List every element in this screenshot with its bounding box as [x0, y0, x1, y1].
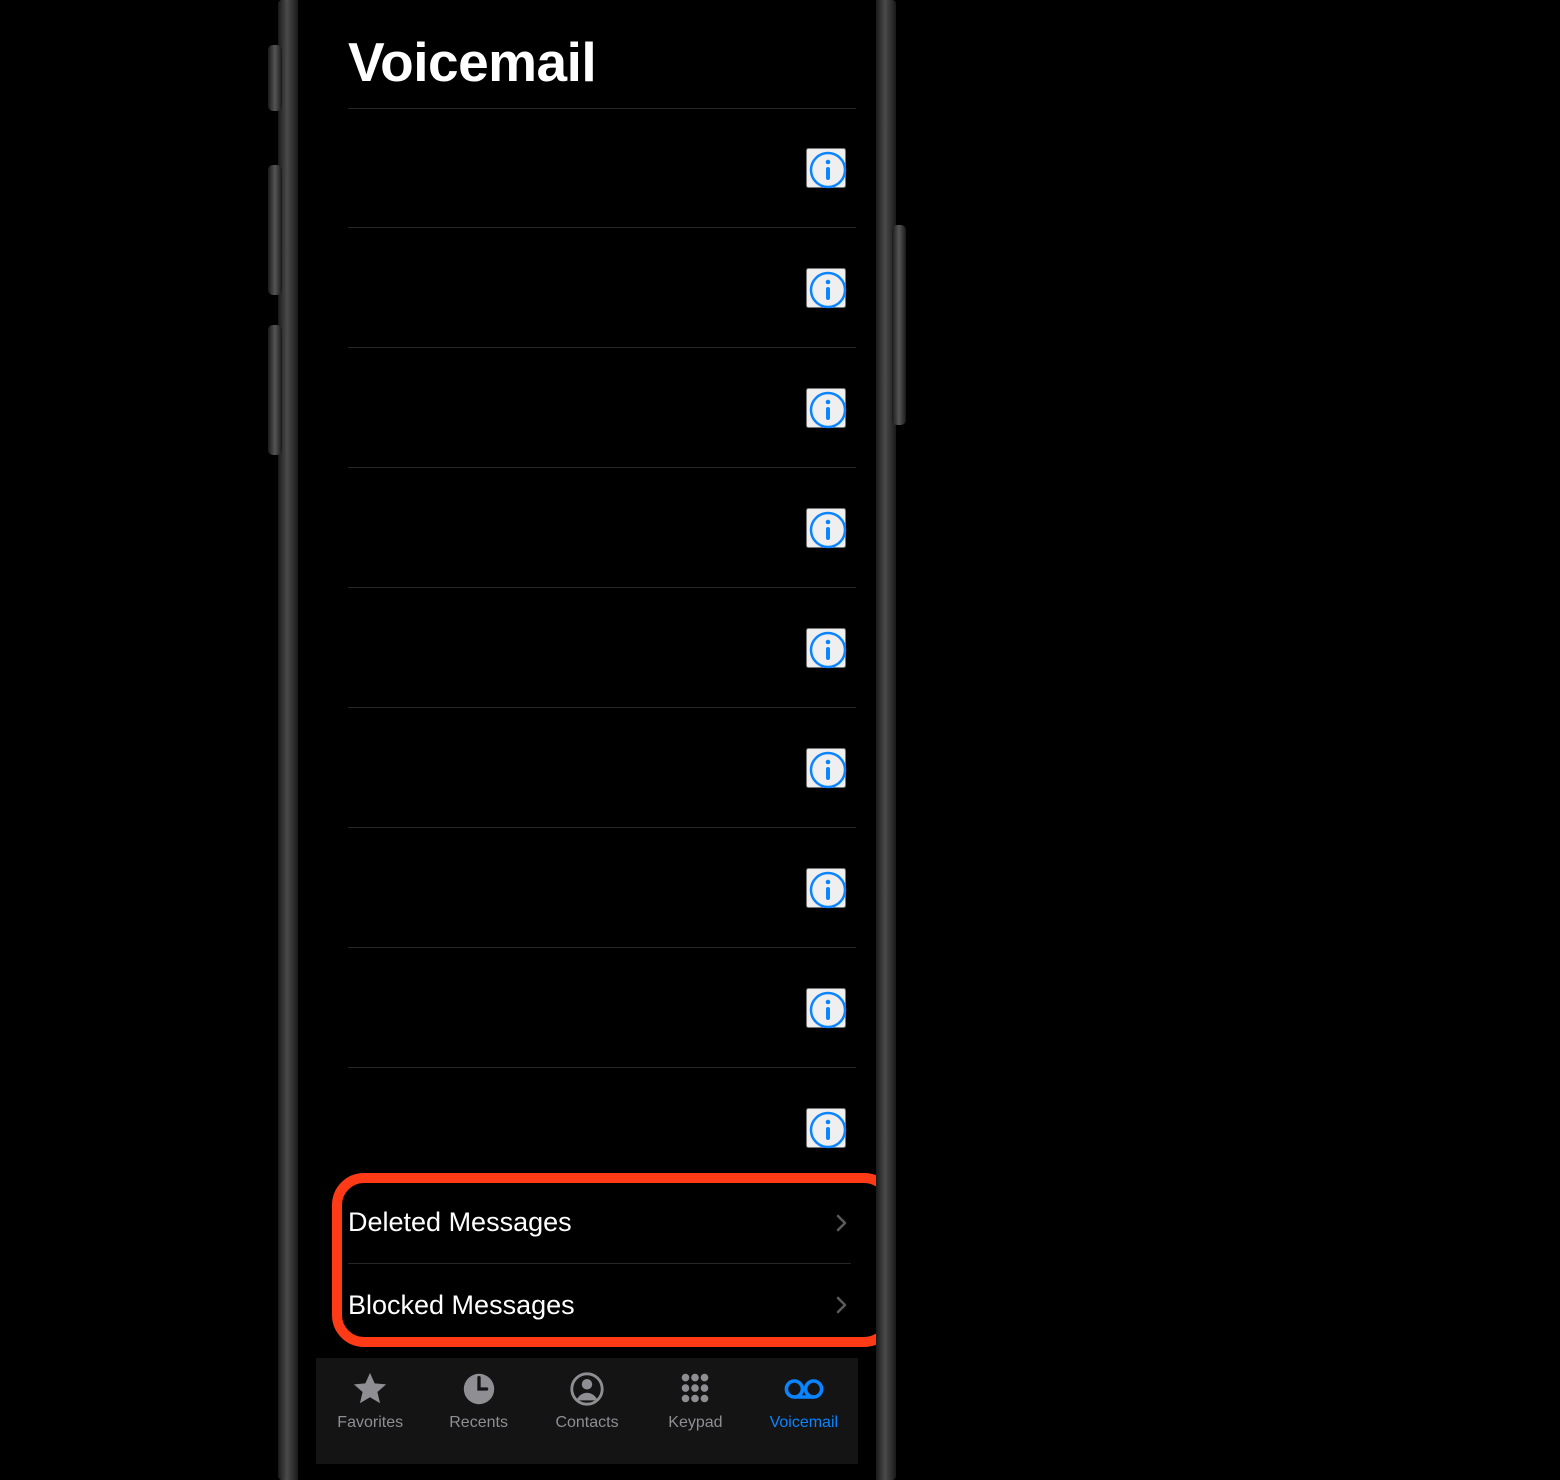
mute-switch: [268, 45, 282, 111]
screen: Voicemail: [298, 0, 876, 1464]
info-button[interactable]: [806, 868, 846, 908]
volume-up-button: [268, 165, 282, 295]
deleted-messages-row[interactable]: Deleted Messages: [348, 1182, 851, 1264]
tab-label: Contacts: [555, 1414, 618, 1432]
tab-favorites[interactable]: Favorites: [316, 1370, 424, 1432]
voicemail-row[interactable]: [348, 468, 856, 588]
tab-label: Keypad: [668, 1414, 722, 1432]
voicemail-row[interactable]: [348, 708, 856, 828]
tab-bar: Favorites Recents Contacts: [316, 1358, 858, 1464]
chevron-right-icon: [833, 1296, 851, 1314]
info-button[interactable]: [806, 1108, 846, 1148]
star-icon: [350, 1370, 390, 1408]
contact-icon: [567, 1370, 607, 1408]
tab-recents[interactable]: Recents: [424, 1370, 532, 1432]
info-button[interactable]: [806, 988, 846, 1028]
voicemail-row[interactable]: [348, 228, 856, 348]
voicemail-row[interactable]: [348, 828, 856, 948]
info-button[interactable]: [806, 508, 846, 548]
voicemail-list[interactable]: [348, 108, 856, 1188]
blocked-messages-label: Blocked Messages: [348, 1290, 575, 1321]
side-button: [892, 225, 906, 425]
info-button[interactable]: [806, 268, 846, 308]
tab-voicemail[interactable]: Voicemail: [750, 1370, 858, 1432]
page-title: Voicemail: [348, 30, 596, 94]
voicemail-row[interactable]: [348, 588, 856, 708]
tab-label: Voicemail: [770, 1414, 838, 1432]
voicemail-row[interactable]: [348, 108, 856, 228]
phone-frame: Voicemail: [280, 0, 894, 1464]
tab-label: Recents: [449, 1414, 508, 1432]
system-rows: Deleted Messages Blocked Messages: [348, 1182, 851, 1346]
chevron-right-icon: [833, 1214, 851, 1232]
info-button[interactable]: [806, 748, 846, 788]
info-button[interactable]: [806, 148, 846, 188]
info-button[interactable]: [806, 628, 846, 668]
info-button[interactable]: [806, 388, 846, 428]
tab-contacts[interactable]: Contacts: [533, 1370, 641, 1432]
voicemail-row[interactable]: [348, 1068, 856, 1188]
bezel-right: [876, 0, 896, 1480]
tab-label: Favorites: [337, 1414, 403, 1432]
blocked-messages-row[interactable]: Blocked Messages: [348, 1264, 851, 1346]
clock-icon: [459, 1370, 499, 1408]
deleted-messages-label: Deleted Messages: [348, 1207, 572, 1238]
voicemail-row[interactable]: [348, 348, 856, 468]
tab-keypad[interactable]: Keypad: [641, 1370, 749, 1432]
voicemail-icon: [784, 1370, 824, 1408]
keypad-icon: [675, 1370, 715, 1408]
volume-down-button: [268, 325, 282, 455]
voicemail-row[interactable]: [348, 948, 856, 1068]
